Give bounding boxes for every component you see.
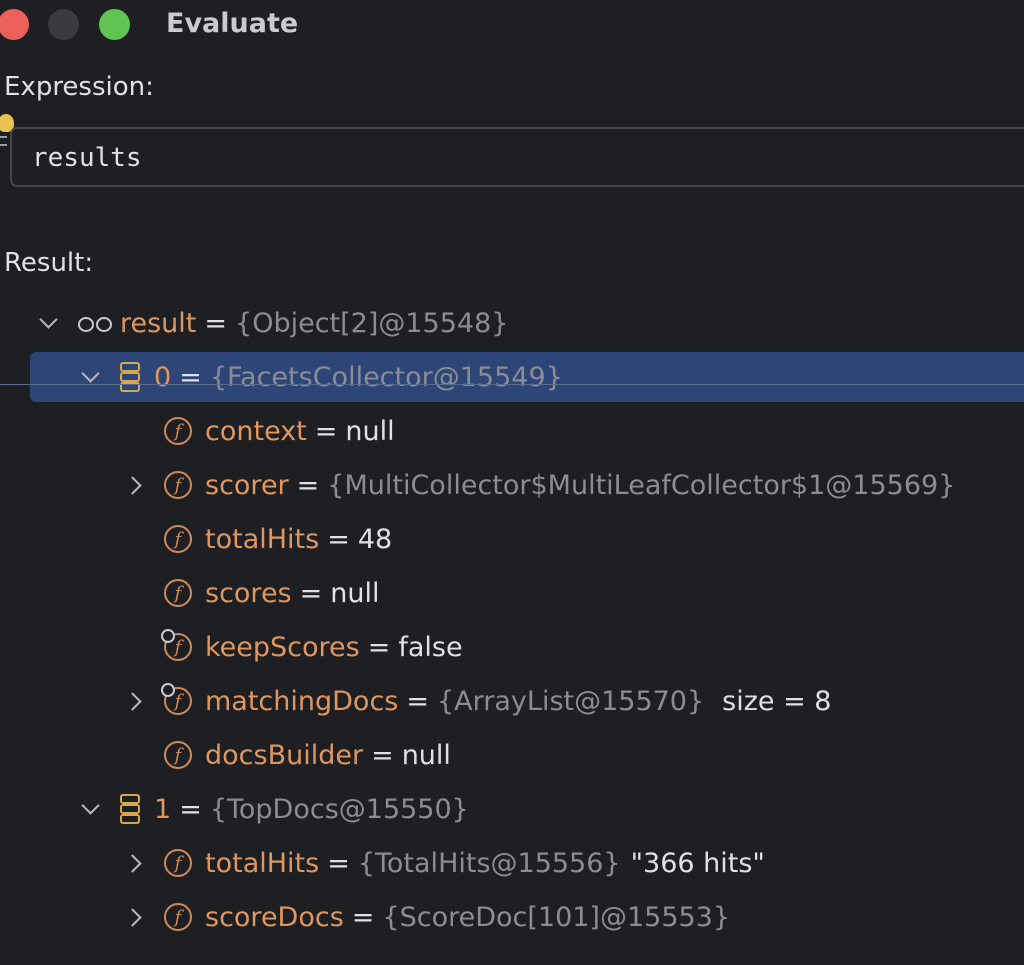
tree-row-1[interactable]: 1 = {TopDocs@15550} xyxy=(0,782,1024,836)
equals-sign: = xyxy=(296,469,320,501)
row-name: result xyxy=(120,307,197,339)
equals-sign: = xyxy=(179,793,202,825)
equals-sign: = xyxy=(351,901,375,933)
chevron-down-icon[interactable] xyxy=(38,312,60,334)
chevron-right-icon[interactable] xyxy=(124,690,146,712)
window-title: Evaluate xyxy=(166,8,299,39)
tree-row-keepscores[interactable]: f keepScores = false xyxy=(0,620,1024,674)
row-value: null xyxy=(330,577,380,609)
tree-row-context[interactable]: f context = null xyxy=(0,404,1024,458)
expression-text[interactable]: results xyxy=(32,143,142,173)
row-ref: {ArrayList@15570} xyxy=(437,685,705,717)
field-icon: f xyxy=(164,903,192,931)
row-ref: {Object[2]@15548} xyxy=(235,307,509,339)
tree-row-totalhits[interactable]: f totalHits = 48 xyxy=(0,512,1024,566)
equals-sign: = xyxy=(371,739,394,771)
row-name: scoreDocs xyxy=(205,901,344,933)
menu-icon[interactable] xyxy=(0,136,7,146)
row-name: context xyxy=(205,415,307,447)
array-icon xyxy=(120,362,140,392)
maximize-icon[interactable] xyxy=(99,9,130,40)
row-name: matchingDocs xyxy=(205,685,399,717)
close-icon[interactable] xyxy=(0,9,29,40)
equals-sign: = xyxy=(314,415,338,447)
row-name: 1 xyxy=(154,793,172,825)
tree-row-totalhits-2[interactable]: f totalHits = {TotalHits@15556} "366 hit… xyxy=(0,836,1024,890)
chevron-right-icon[interactable] xyxy=(124,852,146,874)
field-icon: f xyxy=(164,417,192,445)
chevron-right-icon[interactable] xyxy=(124,474,146,496)
row-name: 0 xyxy=(154,361,172,393)
row-ref: {FacetsCollector@15549} xyxy=(209,361,563,393)
field-icon: f xyxy=(164,741,192,769)
equals-sign: = xyxy=(327,523,350,555)
row-name: scores xyxy=(205,577,292,609)
result-label: Result: xyxy=(4,248,94,278)
equals-sign: = xyxy=(204,307,228,339)
tree-row-matchingdocs[interactable]: f matchingDocs = {ArrayList@15570} size … xyxy=(0,674,1024,728)
glasses-icon xyxy=(78,315,112,332)
equals-sign: = xyxy=(179,361,202,393)
tree-row-scoredocs[interactable]: f scoreDocs = {ScoreDoc[101]@15553} xyxy=(0,890,1024,944)
row-ref: {TopDocs@15550} xyxy=(209,793,469,825)
tree-row-0[interactable]: 0 = {FacetsCollector@15549} xyxy=(0,350,1024,404)
field-icon: f xyxy=(164,579,192,607)
equals-sign: = xyxy=(406,685,429,717)
row-value: false xyxy=(398,631,463,663)
row-value: null xyxy=(401,739,451,771)
row-ref: {ScoreDoc[101]@15553} xyxy=(382,901,731,933)
field-icon: f xyxy=(164,525,192,553)
minimize-icon[interactable] xyxy=(48,9,79,40)
row-extra: "366 hits" xyxy=(630,847,765,879)
divider-line xyxy=(0,384,1024,385)
chevron-down-icon[interactable] xyxy=(80,798,102,820)
row-ref: {MultiCollector$MultiLeafCollector$1@155… xyxy=(327,469,956,501)
field-icon: f xyxy=(164,849,192,877)
tree-row-scorer[interactable]: f scorer = {MultiCollector$MultiLeafColl… xyxy=(0,458,1024,512)
expression-label: Expression: xyxy=(4,72,154,102)
expression-input[interactable]: results xyxy=(10,127,1024,187)
tree-row-scores[interactable]: f scores = null xyxy=(0,566,1024,620)
row-value: 48 xyxy=(357,523,393,555)
row-name: totalHits xyxy=(205,847,320,879)
row-name: totalHits xyxy=(205,523,320,555)
row-extra: size = 8 xyxy=(722,685,832,717)
row-name: keepScores xyxy=(205,631,360,663)
final-field-icon: f xyxy=(161,629,192,661)
row-value: null xyxy=(345,415,395,447)
final-field-icon: f xyxy=(161,683,192,715)
chevron-right-icon[interactable] xyxy=(124,906,146,928)
title-bar: Evaluate xyxy=(0,0,1024,52)
equals-sign: = xyxy=(367,631,391,663)
equals-sign: = xyxy=(327,847,350,879)
row-name: docsBuilder xyxy=(205,739,364,771)
field-icon: f xyxy=(164,471,192,499)
equals-sign: = xyxy=(299,577,323,609)
row-name: scorer xyxy=(205,469,289,501)
array-icon xyxy=(120,794,140,824)
tree-row-docsbuilder[interactable]: f docsBuilder = null xyxy=(0,728,1024,782)
tree-row-result[interactable]: result = {Object[2]@15548} xyxy=(0,296,1024,350)
row-ref: {TotalHits@15556} xyxy=(357,847,621,879)
